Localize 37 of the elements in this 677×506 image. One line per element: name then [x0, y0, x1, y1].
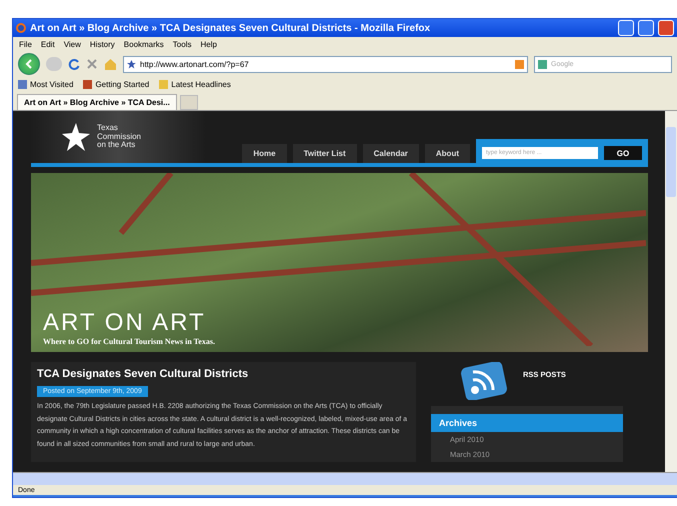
menu-item[interactable]: History [90, 40, 115, 49]
window-title: Art on Art » Blog Archive » TCA Designates Seven Cultural Districts - Mozilla Firefox [30, 22, 432, 34]
bookmark-link[interactable]: Latest Headlines [159, 80, 231, 88]
go-button[interactable]: GO [604, 146, 642, 160]
home-icon[interactable] [104, 58, 117, 70]
star-icon [127, 60, 136, 68]
vertical-scrollbar[interactable] [665, 111, 677, 472]
browser-tab[interactable]: Art on Art » Blog Archive » TCA Desi... [17, 94, 177, 110]
nav-link[interactable]: Twitter List [292, 144, 357, 163]
bookmark-icon [83, 80, 92, 88]
hero-subtitle: Where to GO for Cultural Tourism News in Texas. [43, 337, 216, 346]
bookmark-link[interactable]: Getting Started [83, 80, 150, 88]
bookmark-icon [159, 80, 168, 88]
bookmark-link[interactable]: Most Visited [18, 80, 74, 88]
back-button[interactable] [18, 53, 40, 75]
minimize-button[interactable] [618, 20, 634, 36]
menu-item[interactable]: Bookmarks [124, 40, 164, 49]
stop-icon[interactable] [86, 58, 98, 70]
nav-link[interactable]: About [424, 144, 470, 163]
maximize-button[interactable] [638, 20, 654, 36]
horizontal-scrollbar[interactable] [13, 472, 677, 485]
new-tab-button[interactable] [180, 95, 198, 110]
hero-title: ART ON ART [43, 309, 207, 337]
menu-item[interactable]: File [19, 40, 32, 49]
address-field[interactable]: http://www.artonart.com/?p=67 [123, 56, 528, 72]
menu-item[interactable]: View [64, 40, 81, 49]
nav-link[interactable]: Calendar [362, 144, 419, 163]
reload-icon[interactable] [68, 58, 80, 70]
menu-item[interactable]: Help [200, 40, 217, 49]
menu-item[interactable]: Tools [172, 40, 192, 49]
close-button[interactable] [658, 20, 674, 36]
post-title: TCA Designates Seven Cultural Districts [37, 368, 250, 380]
archives-heading: Archives [431, 414, 623, 432]
nav-link[interactable]: Home [242, 144, 287, 163]
bookmark-icon [18, 80, 27, 88]
browser-logo-icon [16, 23, 26, 33]
menu-item[interactable]: Edit [40, 40, 55, 49]
